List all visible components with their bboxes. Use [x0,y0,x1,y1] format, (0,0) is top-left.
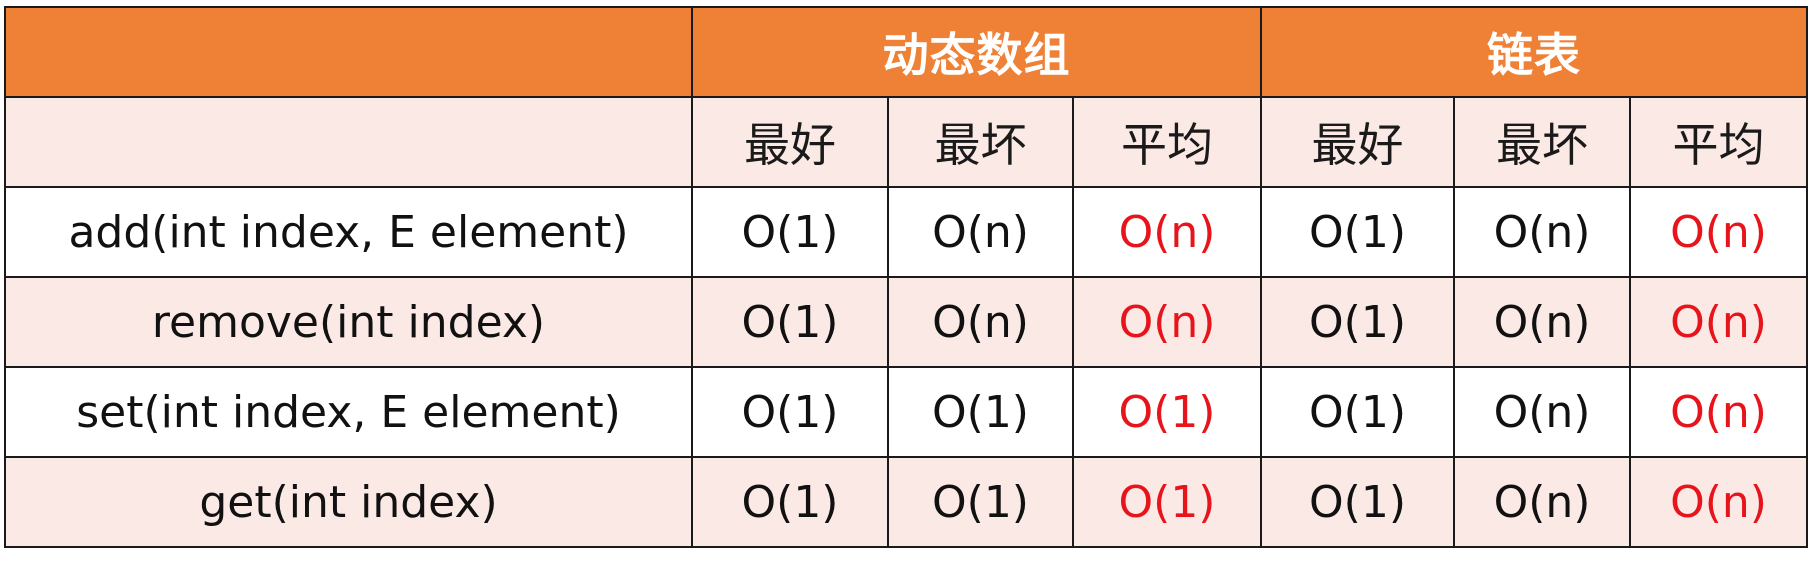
sub-header-list-average: 平均 [1629,96,1809,188]
array-average-cell: O(1) [1071,456,1263,548]
complexity-table-container: 动态数组 链表 最好 最坏 平均 最好 最坏 平均 add(int index,… [4,6,1809,548]
array-worst-cell: O(n) [887,186,1074,278]
operation-name: set(int index, E element) [4,366,693,458]
list-average-cell: O(n) [1629,366,1809,458]
sub-header-list-worst: 最坏 [1453,96,1632,188]
list-average-cell: O(n) [1629,456,1809,548]
list-worst-cell: O(n) [1453,366,1632,458]
sub-header-array-best: 最好 [691,96,889,188]
array-average-cell: O(n) [1071,186,1263,278]
sub-header-empty-cell [4,96,693,188]
array-worst-cell: O(1) [887,456,1074,548]
list-average-cell: O(n) [1629,186,1809,278]
sub-header-array-worst: 最坏 [887,96,1074,188]
sub-header-array-average: 平均 [1071,96,1263,188]
array-best-cell: O(1) [691,366,889,458]
array-average-cell: O(1) [1071,366,1263,458]
list-best-cell: O(1) [1260,186,1456,278]
array-best-cell: O(1) [691,276,889,368]
list-best-cell: O(1) [1260,366,1456,458]
list-worst-cell: O(n) [1453,276,1632,368]
sub-header-list-best: 最好 [1260,96,1456,188]
array-best-cell: O(1) [691,186,889,278]
list-average-cell: O(n) [1629,276,1809,368]
array-average-cell: O(n) [1071,276,1263,368]
header-dynamic-array: 动态数组 [690,6,1263,98]
list-worst-cell: O(n) [1453,456,1632,548]
operation-name: add(int index, E element) [4,186,693,278]
header-linked-list: 链表 [1260,6,1809,98]
complexity-comparison-table: 动态数组 链表 最好 最坏 平均 最好 最坏 平均 add(int index,… [4,6,1809,548]
table-row: get(int index) O(1) O(1) O(1) O(1) O(n) … [4,456,1809,548]
array-best-cell: O(1) [691,456,889,548]
group-header-row: 动态数组 链表 [4,6,1809,98]
table-row: add(int index, E element) O(1) O(n) O(n)… [4,186,1809,278]
array-worst-cell: O(n) [887,276,1074,368]
list-worst-cell: O(n) [1453,186,1632,278]
list-best-cell: O(1) [1260,276,1456,368]
operation-name: remove(int index) [4,276,693,368]
array-worst-cell: O(1) [887,366,1074,458]
table-row: remove(int index) O(1) O(n) O(n) O(1) O(… [4,276,1809,368]
case-header-row: 最好 最坏 平均 最好 最坏 平均 [4,96,1809,188]
operation-name: get(int index) [4,456,693,548]
table-row: set(int index, E element) O(1) O(1) O(1)… [4,366,1809,458]
list-best-cell: O(1) [1260,456,1456,548]
header-empty-cell [4,6,693,98]
